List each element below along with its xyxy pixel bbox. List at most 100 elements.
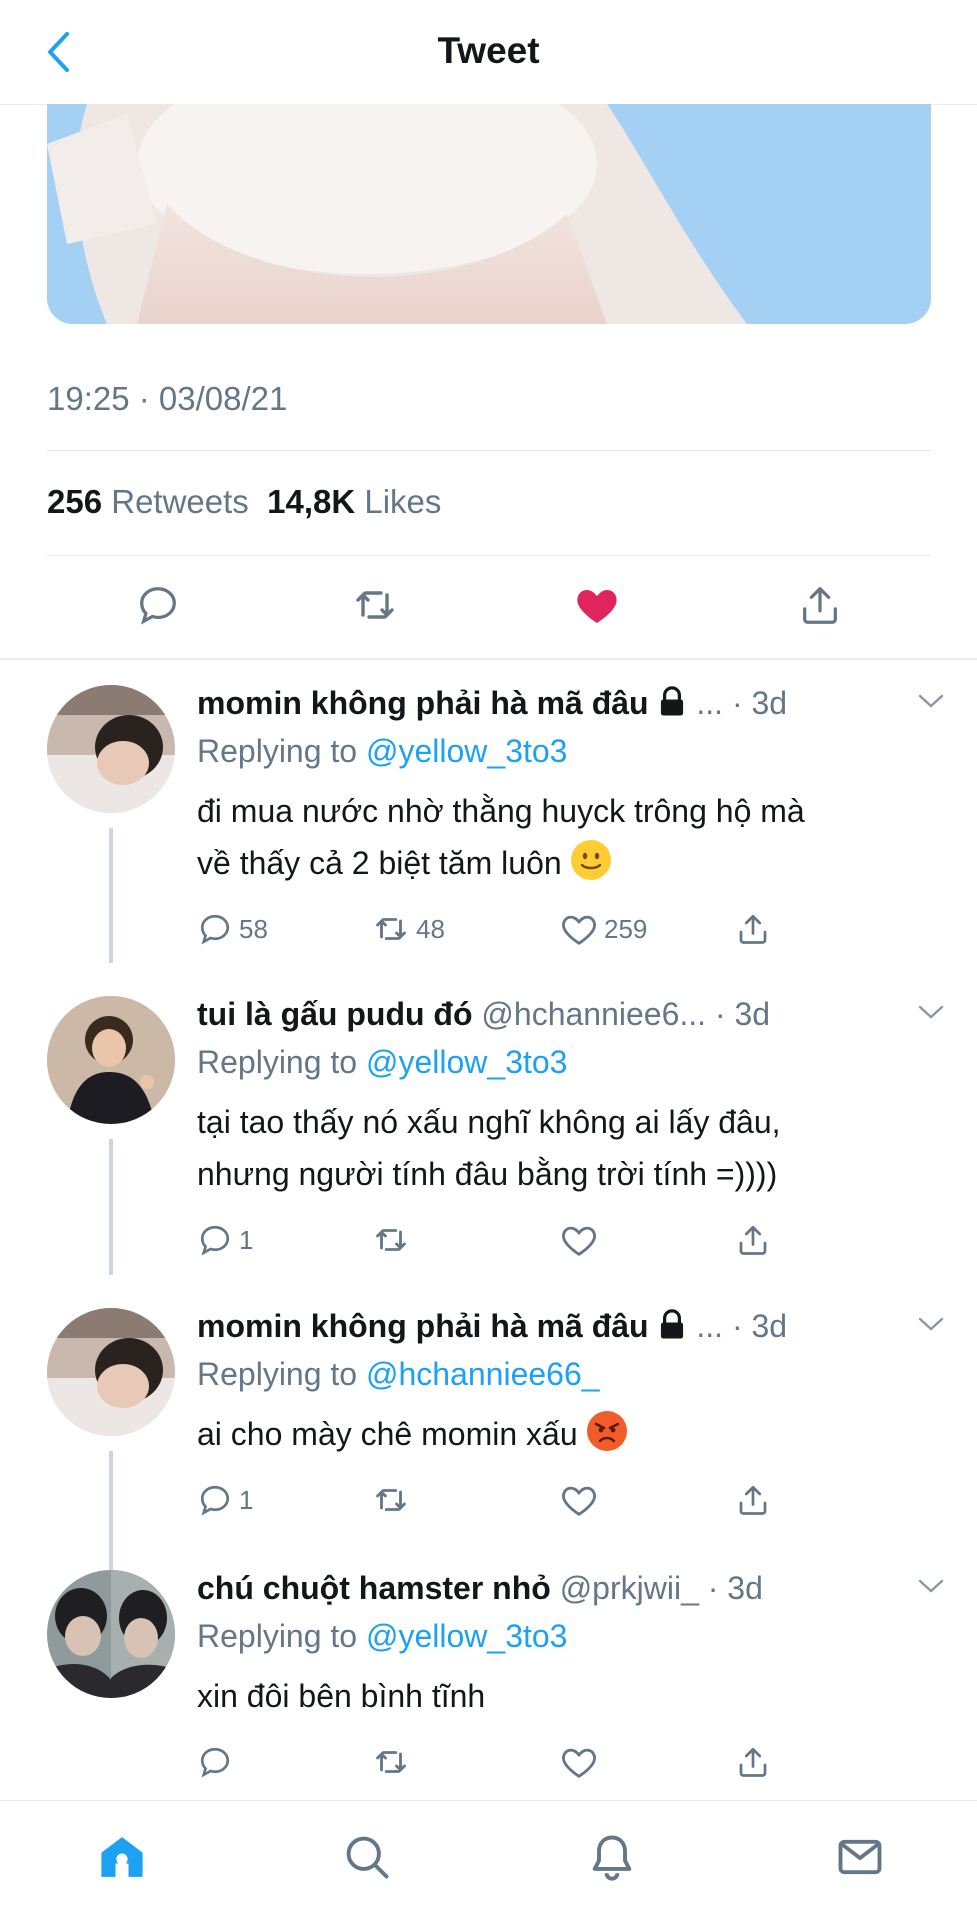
share-icon [739,1485,767,1515]
reply-button[interactable]: 58 [197,907,268,951]
share-button[interactable] [790,570,850,640]
divider [47,555,931,556]
reply-header: momin không phải hà mã đâu ... · 3d [197,685,944,729]
tweet-actions [0,570,977,640]
search-icon [346,1836,389,1879]
messages-icon [838,1839,882,1875]
thread-line [109,828,113,963]
like-button[interactable]: 259 [560,907,647,951]
reply-time: · 3d [707,1570,763,1606]
heart-icon [562,915,596,945]
share-icon [739,1747,767,1777]
username[interactable]: @prkjwii_ [560,1570,699,1606]
like-button[interactable] [567,570,627,640]
thread-line [109,1451,113,1581]
nav-home[interactable] [92,1827,152,1887]
share-icon [739,914,767,944]
avatar[interactable] [47,996,175,1124]
retweet-icon [376,1229,406,1251]
replying-to: Replying to @yellow_3to3 [197,1044,568,1080]
section-divider [0,658,977,660]
reply-text: đi mua nước nhờ thằng huyck trông hộ mà … [197,793,805,881]
reply-button[interactable]: 1 [197,1478,253,1522]
retweet-icon [356,591,394,619]
avatar[interactable] [47,1570,175,1698]
reply-text: xin đôi bên bình tĩnh [197,1678,486,1714]
display-name[interactable]: momin không phải hà mã đâu [197,685,649,721]
reply-button[interactable] [128,570,188,640]
chevron-down-icon[interactable] [917,691,945,711]
retweets-stat[interactable]: 256 Retweets [47,483,249,520]
tweet-stats: 256 Retweets 14,8K Likes [47,483,441,521]
divider [47,450,931,451]
reply-icon [140,587,176,625]
lock-icon [661,1309,684,1339]
retweet-button[interactable] [372,1218,416,1262]
reply-header: chú chuột hamster nhỏ @prkjwii_ · 3d [197,1570,944,1614]
reply-actions: 1 [197,1478,897,1522]
avatar-photo [47,685,175,813]
chevron-down-icon[interactable] [917,1002,945,1022]
avatar[interactable] [47,1308,175,1436]
home-icon [101,1837,143,1877]
thread-line [109,1139,113,1275]
notifications-icon [592,1835,632,1881]
reply-icon [200,1747,230,1778]
display-name[interactable]: chú chuột hamster nhỏ [197,1570,551,1606]
display-name[interactable]: momin không phải hà mã đâu [197,1308,649,1344]
retweet-icon [376,918,406,940]
share-button[interactable] [735,1218,777,1262]
reply-count: 1 [239,1484,254,1515]
username[interactable]: @hchanniee6... [481,996,706,1032]
page-title: Tweet [437,30,540,71]
like-button[interactable] [560,1218,604,1262]
likes-stat[interactable]: 14,8K Likes [267,483,441,520]
reply-time: · 3d [731,685,788,721]
mention-link[interactable]: @hchanniee66_ [366,1356,600,1392]
reply-icon [200,1225,230,1256]
share-button[interactable] [735,1740,777,1784]
reply-count: 1 [239,1224,254,1255]
reply-text: tại tao thấy nó xấu nghĩ không ai lấy đâ… [197,1104,781,1192]
reply-header: tui là gấu pudu đó @hchanniee6... · 3d [197,996,944,1040]
share-icon [803,587,837,624]
username[interactable]: ... [696,1308,723,1344]
reply-icon [200,1485,230,1516]
nav-search[interactable] [337,1827,397,1887]
username[interactable]: ... [696,685,723,721]
avatar[interactable] [47,685,175,813]
retweet-button[interactable]: 48 [372,907,445,951]
share-button[interactable] [735,1478,777,1522]
tweet-image[interactable] [47,104,931,324]
mention-link[interactable]: @yellow_3to3 [366,1618,567,1654]
share-button[interactable] [735,907,777,951]
reply-actions: 58 48 259 [197,907,897,951]
reply-count: 58 [239,913,268,944]
chevron-down-icon[interactable] [917,1576,945,1596]
mention-link[interactable]: @yellow_3to3 [366,733,567,769]
retweet-icon [376,1751,406,1773]
bottom-nav [0,1800,977,1921]
reply-actions [197,1740,897,1784]
mention-link[interactable]: @yellow_3to3 [366,1044,567,1080]
retweet-button[interactable] [372,1740,416,1784]
nav-messages[interactable] [830,1827,890,1887]
nav-notifications[interactable] [582,1827,642,1887]
reply-icon [200,914,230,945]
like-button[interactable] [560,1478,604,1522]
retweet-button[interactable] [372,1478,416,1522]
avatar-photo [47,996,175,1124]
reply-text: ai cho mày chê momin xấu [197,1408,937,1460]
like-button[interactable] [560,1740,604,1784]
lock-icon [661,686,684,716]
reply-time: · 3d [731,1308,788,1344]
display-name[interactable]: tui là gấu pudu đó [197,996,473,1032]
top-bar: Tweet [0,0,977,105]
retweet-button[interactable] [345,570,405,640]
chevron-down-icon[interactable] [917,1314,945,1334]
tweet-photo [47,104,931,324]
reply-button[interactable]: 1 [197,1218,253,1262]
like-count: 259 [604,913,648,944]
angry-face-emoji [586,1411,627,1451]
reply-button[interactable] [197,1740,239,1784]
